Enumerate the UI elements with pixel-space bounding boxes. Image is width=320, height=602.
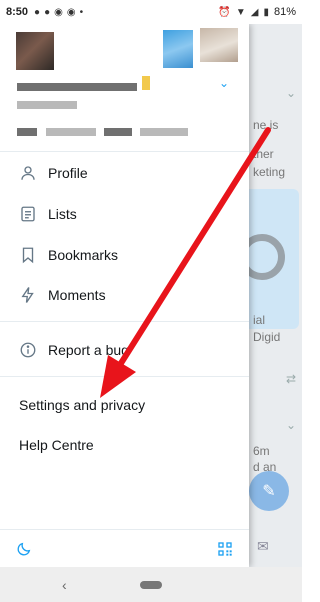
system-navigation-bar: ‹	[0, 567, 302, 602]
divider	[0, 321, 249, 322]
menu-item-help-centre[interactable]: Help Centre	[0, 425, 249, 465]
notification-icon: ◉	[54, 6, 63, 18]
avatar[interactable]	[16, 32, 54, 70]
battery-icon: ▮	[263, 6, 269, 18]
notification-icon: ●	[44, 6, 51, 18]
chevron-down-icon[interactable]: ⌄	[286, 86, 296, 100]
menu-item-label: Moments	[48, 287, 106, 303]
messages-icon[interactable]: ✉	[257, 538, 269, 555]
feed-snippet: 6m	[253, 444, 270, 458]
home-pill-icon[interactable]	[140, 580, 162, 589]
redacted-count	[104, 128, 132, 136]
notification-icon: ◉	[66, 6, 76, 18]
divider	[0, 151, 249, 152]
notification-icon: •	[79, 6, 84, 18]
redacted-count	[140, 128, 188, 136]
card-graphic	[249, 234, 285, 280]
info-icon	[18, 340, 38, 360]
feed-snippet: keting	[253, 165, 286, 179]
menu-item-lists[interactable]: Lists	[0, 194, 249, 234]
menu-item-bookmarks[interactable]: Bookmarks	[0, 235, 249, 275]
redacted-count	[46, 128, 96, 136]
status-bar: 8:50 ● ● ◉ ◉ • ⏰ ▼ ◢ ▮ 81%	[0, 0, 302, 24]
compose-tweet-button[interactable]: ✎	[249, 471, 289, 511]
menu-item-moments[interactable]: Moments	[0, 275, 249, 315]
account-switcher-avatar[interactable]	[200, 28, 238, 62]
feed-snippet: Digid	[253, 330, 281, 344]
feed-snippet: ther	[253, 147, 274, 161]
navigation-drawer: ⌄ Profile Lists Bookmarks Moments Report…	[0, 24, 249, 567]
menu-item-label: Lists	[48, 206, 77, 222]
link-card-image[interactable]	[249, 189, 299, 329]
feather-plus-icon: ✎	[262, 483, 276, 500]
redacted-badge	[142, 76, 150, 90]
menu-item-label: Bookmarks	[48, 247, 119, 263]
wifi-icon: ▼	[235, 6, 246, 18]
feed-snippet: ne is	[253, 118, 279, 132]
lightning-icon	[18, 285, 38, 305]
signal-icon: ◢	[250, 6, 259, 18]
chevron-down-icon[interactable]: ⌄	[286, 418, 296, 432]
battery-percent: 81%	[273, 6, 296, 18]
alarm-icon: ⏰	[218, 6, 231, 18]
person-icon	[18, 163, 38, 183]
feed-snippet: ial	[253, 313, 266, 327]
notification-icon: ●	[34, 6, 41, 18]
menu-item-label: Profile	[48, 165, 88, 181]
menu-item-settings-privacy[interactable]: Settings and privacy	[0, 385, 249, 425]
drawer-footer	[0, 529, 249, 567]
back-icon[interactable]: ‹	[62, 577, 67, 593]
retweet-icon[interactable]: ⇄	[286, 372, 296, 386]
status-time: 8:50	[6, 6, 29, 18]
menu-item-label: Settings and privacy	[19, 397, 146, 413]
redacted-count	[17, 128, 37, 136]
menu-item-label: Help Centre	[19, 437, 94, 453]
notification-icons: ● ● ◉ ◉ •	[34, 7, 83, 18]
redacted-display-name	[17, 83, 137, 91]
qr-code-icon[interactable]	[217, 541, 233, 557]
menu-item-report-bug[interactable]: Report a bug	[0, 330, 249, 370]
redacted-handle	[17, 101, 77, 109]
divider	[0, 376, 249, 377]
chevron-down-icon[interactable]: ⌄	[219, 76, 229, 90]
menu-item-profile[interactable]: Profile	[0, 153, 249, 193]
bookmark-icon	[18, 245, 38, 265]
menu-item-label: Report a bug	[48, 342, 129, 358]
system-icons: ⏰ ▼ ◢ ▮ 81%	[218, 6, 296, 18]
account-switcher-avatar[interactable]	[163, 30, 193, 68]
moon-icon[interactable]	[16, 541, 32, 557]
list-icon	[18, 204, 38, 224]
